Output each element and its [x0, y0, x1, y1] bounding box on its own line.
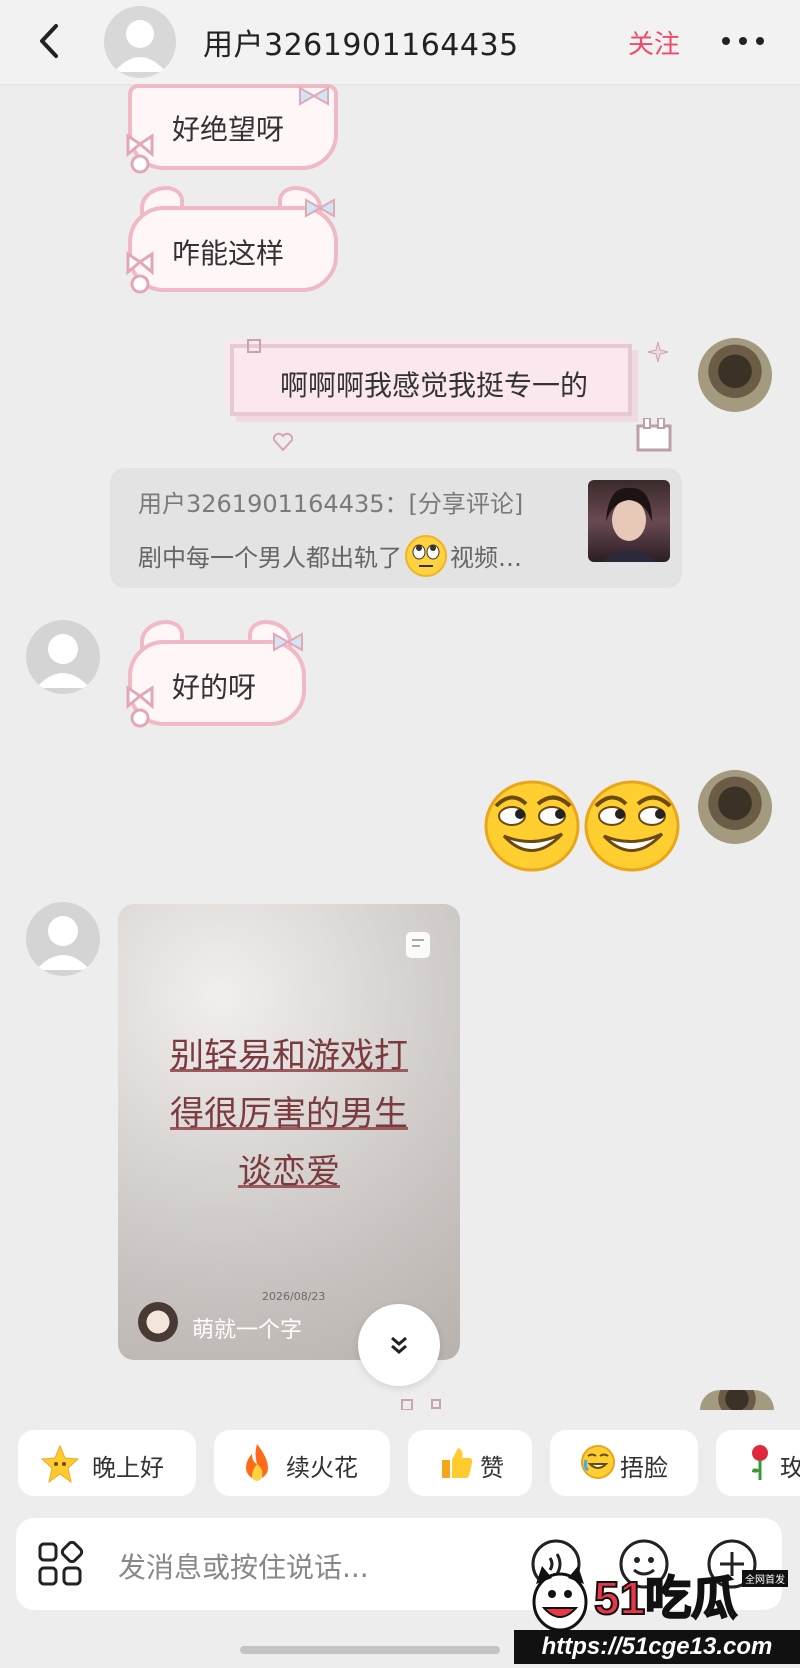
- contact-name: 用户3261901164435: [203, 28, 519, 63]
- decor-sparkle-icon: [247, 339, 261, 353]
- quick-reply-facepalm[interactable]: 捂脸: [550, 1430, 698, 1496]
- quick-reply-rose[interactable]: 玫: [716, 1430, 800, 1496]
- smirk-emoji-icon[interactable]: [482, 776, 582, 872]
- video-author-avatar: [138, 1302, 178, 1342]
- video-caption-line: 谈恋爱: [238, 1152, 340, 1192]
- message-text: 咋能这样: [172, 237, 285, 270]
- quick-reply-label: 捂脸: [620, 1454, 668, 1482]
- share-text-tail: 视频…: [450, 544, 522, 572]
- my-avatar[interactable]: [698, 770, 772, 844]
- chat-header: 用户3261901164435 关注: [0, 0, 800, 85]
- quick-reply-label: 玫: [780, 1454, 800, 1482]
- quick-reply-spark[interactable]: 续火花: [214, 1430, 390, 1496]
- scroll-down-button[interactable]: [358, 1304, 440, 1386]
- decor-bunny-icon: [636, 418, 672, 452]
- watermark-mascot-icon: [532, 1566, 588, 1632]
- quick-reply-label: 赞: [480, 1454, 504, 1482]
- quick-reply-like[interactable]: 赞: [408, 1430, 532, 1496]
- star-face-icon: [40, 1444, 80, 1484]
- decor-sparkle-icon: [647, 341, 669, 363]
- shared-video-thumbnail: [588, 480, 670, 562]
- message-incoming: 好的呀: [118, 620, 308, 738]
- video-caption-line: 得很厉害的男生: [170, 1094, 408, 1134]
- message-text: 好绝望呀: [172, 113, 285, 146]
- video-author-name: 萌就一个字: [192, 1318, 303, 1343]
- shared-video-card[interactable]: 别轻易和游戏打 得很厉害的男生 谈恋爱 2026/08/23 萌就一个字: [118, 904, 460, 1360]
- quick-reply-label: 续火花: [286, 1454, 358, 1482]
- video-caption-line: 别轻易和游戏打: [170, 1036, 408, 1076]
- message-input[interactable]: 发消息或按住说话...: [118, 1546, 369, 1586]
- contact-avatar[interactable]: [26, 620, 100, 694]
- scroll-down-icon: [391, 1336, 407, 1354]
- quick-reply-label: 晚上好: [92, 1454, 164, 1482]
- bow-icon: [126, 133, 154, 174]
- contact-avatar[interactable]: [26, 902, 100, 976]
- quick-reply-good-evening[interactable]: 晚上好: [18, 1430, 196, 1496]
- fire-icon: [246, 1444, 268, 1481]
- back-icon[interactable]: [30, 18, 70, 64]
- watermark-tag: 全网首发: [742, 1570, 788, 1587]
- message-incoming: 好绝望呀: [118, 84, 340, 176]
- rolling-eyes-emoji-icon: [404, 534, 448, 578]
- smirk-emoji-icon[interactable]: [582, 776, 682, 872]
- bow-icon: [273, 632, 303, 652]
- contact-avatar[interactable]: [104, 6, 176, 78]
- share-text: 剧中每一个男人都出轨了 视频…: [138, 534, 522, 578]
- apps-icon[interactable]: [36, 1540, 84, 1588]
- decor-heart-icon: [272, 432, 294, 452]
- facepalm-emoji-icon: [581, 1445, 615, 1479]
- home-indicator: [240, 1646, 500, 1654]
- bow-icon: [305, 198, 335, 218]
- share-text-main: 剧中每一个男人都出轨了: [138, 544, 402, 572]
- share-title: 用户3261901164435：[分享评论]: [138, 490, 524, 518]
- follow-button[interactable]: 关注: [628, 24, 680, 61]
- decor-sparkle-icon: [401, 1399, 441, 1410]
- watermark-url: https://51cge13.com: [514, 1630, 800, 1664]
- watermark-brand: 51吃瓜: [593, 1571, 738, 1625]
- message-text: 好的呀: [172, 671, 257, 704]
- my-avatar[interactable]: [698, 338, 772, 412]
- message-bubble[interactable]: 啊啊啊我感觉我挺专一的: [230, 344, 632, 416]
- watermark: 51吃瓜 全网首发 https://51cge13.com: [514, 1560, 800, 1668]
- bow-icon: [299, 86, 329, 106]
- message-text: 啊啊啊我感觉我挺专一的: [280, 369, 589, 402]
- bow-icon: [126, 685, 154, 728]
- my-avatar: [700, 1390, 774, 1410]
- message-incoming: 咋能这样: [118, 186, 340, 304]
- video-date: 2026/08/23: [262, 1290, 326, 1303]
- thumbs-up-icon: [442, 1448, 473, 1478]
- bow-icon: [126, 251, 154, 294]
- more-icon[interactable]: [718, 26, 768, 56]
- rose-icon: [752, 1445, 768, 1480]
- shared-comment-card[interactable]: 用户3261901164435：[分享评论] 剧中每一个男人都出轨了 视频…: [110, 468, 682, 588]
- note-icon: [406, 932, 430, 958]
